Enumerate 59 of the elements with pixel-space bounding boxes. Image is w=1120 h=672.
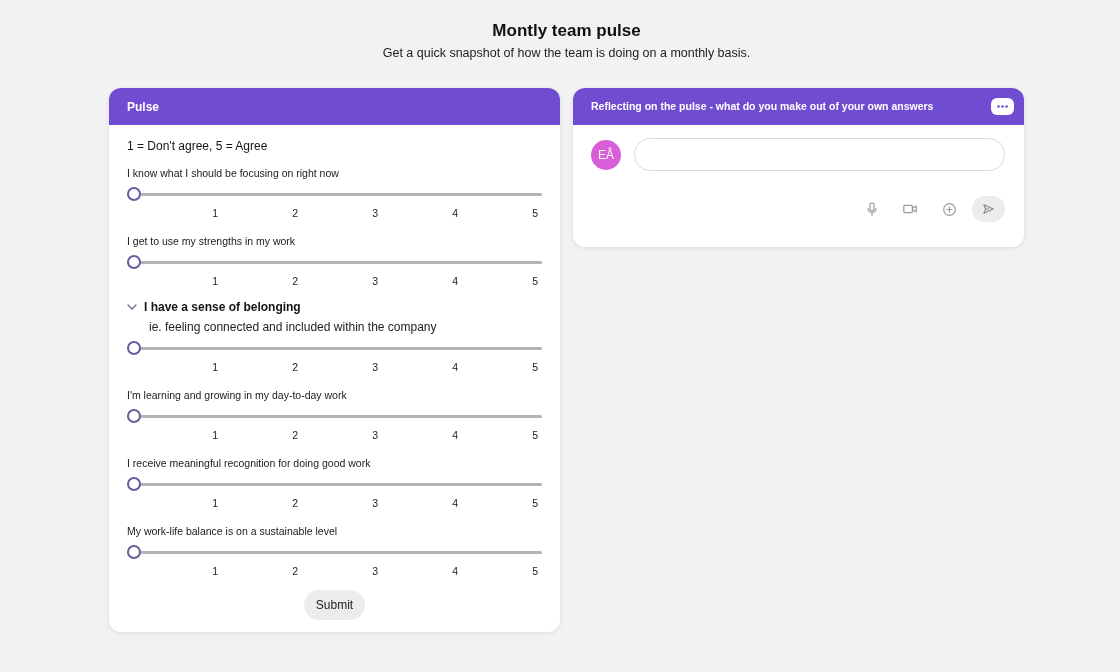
avatar: EÅ <box>591 139 621 170</box>
scale-tick-label: 4 <box>451 274 458 288</box>
scale-tick-label: 5 <box>531 206 538 220</box>
question-label: My work-life balance is on a sustainable level <box>127 524 339 538</box>
scale-tick-label: 4 <box>451 428 458 442</box>
slider-thumb[interactable] <box>127 545 141 559</box>
card-title: Pulse <box>127 98 159 116</box>
scale-tick-label: 3 <box>371 496 378 510</box>
scale-tick-label: 2 <box>291 360 298 374</box>
question-label: I know what I should be focusing on right now <box>127 166 340 180</box>
slider-thumb[interactable] <box>127 187 141 201</box>
more-button[interactable] <box>991 98 1014 115</box>
chevron-down-icon[interactable] <box>127 304 137 310</box>
scale-tick-label: 3 <box>371 206 378 220</box>
question-label: I receive meaningful recognition for doing good work <box>127 456 372 470</box>
scale-tick-label: 1 <box>211 564 218 578</box>
scale-tick-label: 5 <box>531 360 538 374</box>
question-label: I have a sense of belonging <box>144 299 301 315</box>
scale-tick-label: 2 <box>291 428 298 442</box>
scale-tick-label: 4 <box>451 496 458 510</box>
reply-input-field[interactable] <box>634 138 1005 171</box>
scale-legend: 1 = Don't agree, 5 = Agree <box>127 138 542 154</box>
video-camera-icon[interactable] <box>903 204 917 214</box>
plus-circle-icon[interactable] <box>943 202 956 216</box>
slider-thumb[interactable] <box>127 341 141 355</box>
scale-tick-label: 2 <box>291 206 298 220</box>
scale-tick-label: 2 <box>291 564 298 578</box>
scale-tick-label: 5 <box>531 564 538 578</box>
slider-thumb[interactable] <box>127 477 141 491</box>
scale-tick-label: 2 <box>291 274 298 288</box>
microphone-icon[interactable] <box>867 202 877 216</box>
scale-tick-label: 4 <box>451 206 458 220</box>
scale-tick-label: 5 <box>531 428 538 442</box>
question-label: I'm learning and growing in my day-to-day work <box>127 388 348 402</box>
scale-tick-label: 1 <box>211 206 218 220</box>
scale-tick-label: 3 <box>371 428 378 442</box>
scale-tick-label: 3 <box>371 360 378 374</box>
send-icon <box>983 204 994 214</box>
scale-tick-label: 1 <box>211 496 218 510</box>
scale-tick-label: 5 <box>531 496 538 510</box>
scale-tick-label: 4 <box>451 360 458 374</box>
question-description: ie. feeling connected and included within the company <box>148 319 438 335</box>
question-label: I get to use my strengths in my work <box>127 234 297 248</box>
scale-tick-label: 1 <box>211 360 218 374</box>
more-icon <box>997 105 1008 108</box>
scale-tick-label: 5 <box>531 274 538 288</box>
scale-tick-label: 3 <box>371 274 378 288</box>
page-subtitle: Get a quick snapshot of how the team is doing on a monthly basis. <box>381 45 752 61</box>
slider-thumb[interactable] <box>127 255 141 269</box>
submit-button[interactable]: Submit <box>303 590 366 620</box>
scale-tick-label: 1 <box>211 274 218 288</box>
scale-tick-label: 2 <box>291 496 298 510</box>
slider-thumb[interactable] <box>127 409 141 423</box>
scale-tick-label: 3 <box>371 564 378 578</box>
card-title: Reflecting on the pulse - what do you make out of your own answers <box>591 98 934 114</box>
scale-tick-label: 4 <box>451 564 458 578</box>
scale-tick-label: 1 <box>211 428 218 442</box>
send-button[interactable] <box>972 196 1005 222</box>
page-title: Montly team pulse <box>491 21 642 41</box>
